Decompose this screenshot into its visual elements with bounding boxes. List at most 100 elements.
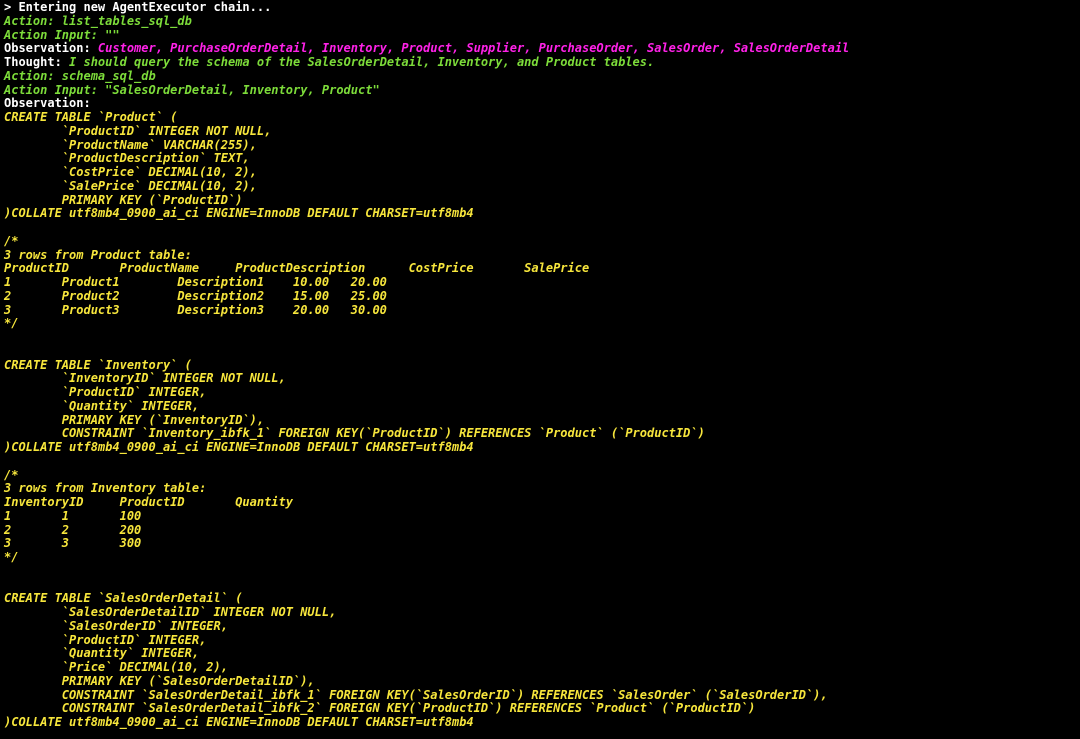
terminal-line: 2 Product2 Description2 15.00 25.00 xyxy=(4,288,1080,304)
terminal-text-segment: `Quantity` INTEGER, xyxy=(4,398,200,413)
terminal-text-segment: CONSTRAINT `SalesOrderDetail_ibfk_2` FOR… xyxy=(4,701,756,716)
terminal-text-segment: > Entering new AgentExecutor chain... xyxy=(4,0,272,14)
terminal-text-segment: `SalesOrderID` INTEGER, xyxy=(4,618,228,633)
terminal-line: */ xyxy=(4,316,1080,331)
terminal-text-segment: PRIMARY KEY (`SalesOrderDetailID`), xyxy=(4,673,315,688)
terminal-text-segment: `SalesOrderDetailID` INTEGER NOT NULL, xyxy=(4,605,337,619)
terminal-line: Observation: xyxy=(4,96,1080,111)
terminal-text-segment: `ProductName` VARCHAR(255), xyxy=(4,137,257,152)
terminal-text-segment: 1 1 100 xyxy=(4,508,142,523)
terminal-text-segment: InventoryID ProductID Quantity xyxy=(4,495,293,509)
terminal-line: `ProductID` INTEGER, xyxy=(4,385,1080,400)
terminal-text-segment: `ProductID` INTEGER, xyxy=(4,632,207,647)
terminal-line: )COLLATE utf8mb4_0900_ai_ci ENGINE=InnoD… xyxy=(4,206,1080,221)
terminal-text-segment: )COLLATE utf8mb4_0900_ai_ci ENGINE=InnoD… xyxy=(4,440,474,454)
terminal-line: 3 rows from Inventory table: xyxy=(4,481,1080,496)
terminal-line: `Quantity` INTEGER, xyxy=(4,646,1080,661)
terminal-line: */ xyxy=(4,550,1080,565)
terminal-line: `InventoryID` INTEGER NOT NULL, xyxy=(4,371,1080,386)
terminal-line: `ProductDescription` TEXT, xyxy=(4,151,1080,166)
terminal-line: `Quantity` INTEGER, xyxy=(4,398,1080,414)
terminal-text-segment: CREATE TABLE `Product` ( xyxy=(4,110,178,124)
terminal-line: CREATE TABLE `Inventory` ( xyxy=(4,357,1080,373)
terminal-text-segment: `InventoryID` INTEGER NOT NULL, xyxy=(4,371,286,386)
terminal-line: > Entering new AgentExecutor chain... xyxy=(4,0,1080,15)
terminal-line: CREATE TABLE `SalesOrderDetail` ( xyxy=(4,591,1080,606)
terminal-text-segment: Action Input: "" xyxy=(4,27,120,42)
terminal-line: PRIMARY KEY (`InventoryID`), xyxy=(4,412,1080,428)
terminal-line: `Price` DECIMAL(10, 2), xyxy=(4,660,1080,675)
terminal-line: CONSTRAINT `Inventory_ibfk_1` FOREIGN KE… xyxy=(4,426,1080,441)
terminal-line: 3 Product3 Description3 20.00 30.00 xyxy=(4,302,1080,318)
terminal-line: 1 1 100 xyxy=(4,508,1080,524)
terminal-output[interactable]: > Entering new AgentExecutor chain... Act… xyxy=(0,0,1080,739)
terminal-text-segment: CONSTRAINT `SalesOrderDetail_ibfk_1` FOR… xyxy=(4,687,828,702)
terminal-text-segment: CREATE TABLE `SalesOrderDetail` ( xyxy=(4,591,243,606)
terminal-text-segment: PRIMARY KEY (`InventoryID`), xyxy=(4,412,265,427)
terminal-text-segment: Action: schema_sql_db xyxy=(4,68,156,83)
terminal-text-segment: I should query the schema of the SalesOr… xyxy=(69,55,655,69)
terminal-text-segment: /* xyxy=(4,467,19,482)
terminal-line: ProductID ProductName ProductDescription… xyxy=(4,261,1080,276)
terminal-line: InventoryID ProductID Quantity xyxy=(4,495,1080,510)
terminal-text-segment: `CostPrice` DECIMAL(10, 2), xyxy=(4,165,257,179)
terminal-text-segment: Observation: xyxy=(4,96,91,111)
terminal-line: `ProductID` INTEGER, xyxy=(4,632,1080,648)
terminal-text-segment: ProductID ProductName ProductDescription… xyxy=(4,261,590,276)
terminal-line: )COLLATE utf8mb4_0900_ai_ci ENGINE=InnoD… xyxy=(4,440,1080,455)
terminal-line: PRIMARY KEY (`SalesOrderDetailID`), xyxy=(4,673,1080,689)
terminal-line: /* xyxy=(4,233,1080,249)
terminal-text-segment: 2 2 200 xyxy=(4,522,142,537)
terminal-text-segment: 3 Product3 Description3 20.00 30.00 xyxy=(4,302,387,317)
terminal-text-segment: 3 3 300 xyxy=(4,536,142,551)
terminal-text-segment: PRIMARY KEY (`ProductID`) xyxy=(4,192,243,207)
terminal-text-segment: */ xyxy=(4,550,19,564)
terminal-line: /* xyxy=(4,467,1080,483)
terminal-text-segment: /* xyxy=(4,233,19,248)
terminal-line: Action: schema_sql_db xyxy=(4,68,1080,84)
terminal-line: Thought: I should query the schema of th… xyxy=(4,55,1080,70)
terminal-line: `CostPrice` DECIMAL(10, 2), xyxy=(4,165,1080,180)
terminal-text-segment: Action: list_tables_sql_db xyxy=(4,13,192,28)
terminal-text-segment: Customer, PurchaseOrderDetail, Inventory… xyxy=(97,41,850,56)
terminal-text-segment: 2 Product2 Description2 15.00 25.00 xyxy=(4,288,387,303)
terminal-line: `ProductID` INTEGER NOT NULL, xyxy=(4,123,1080,139)
terminal-text-segment: `Price` DECIMAL(10, 2), xyxy=(4,660,228,674)
terminal-line: CREATE TABLE `Product` ( xyxy=(4,110,1080,125)
terminal-text-segment: 3 rows from Product table: xyxy=(4,247,192,262)
terminal-line: 3 rows from Product table: xyxy=(4,247,1080,263)
terminal-text-segment: `Quantity` INTEGER, xyxy=(4,646,200,661)
terminal-line: `SalePrice` DECIMAL(10, 2), xyxy=(4,178,1080,194)
terminal-text-segment: 3 rows from Inventory table: xyxy=(4,481,207,496)
terminal-text-segment: `ProductID` INTEGER, xyxy=(4,385,207,399)
terminal-text-segment: */ xyxy=(4,316,19,331)
terminal-line: Action: list_tables_sql_db xyxy=(4,13,1080,29)
terminal-text-segment: Thought: xyxy=(4,55,70,69)
terminal-text-segment: `SalePrice` DECIMAL(10, 2), xyxy=(4,178,257,193)
terminal-line: PRIMARY KEY (`ProductID`) xyxy=(4,192,1080,208)
terminal-text-segment: )COLLATE utf8mb4_0900_ai_ci ENGINE=InnoD… xyxy=(4,206,474,221)
terminal-line: 2 2 200 xyxy=(4,522,1080,538)
terminal-text-segment: `ProductID` INTEGER NOT NULL, xyxy=(4,123,272,138)
terminal-text-segment: 1 Product1 Description1 10.00 20.00 xyxy=(4,275,387,289)
terminal-line: `ProductName` VARCHAR(255), xyxy=(4,137,1080,153)
terminal-text-segment: CREATE TABLE `Inventory` ( xyxy=(4,357,192,372)
terminal-text-segment: Action Input: "SalesOrderDetail, Invento… xyxy=(4,82,380,97)
terminal-line: 3 3 300 xyxy=(4,536,1080,551)
terminal-line: 1 Product1 Description1 10.00 20.00 xyxy=(4,275,1080,290)
terminal-text-segment: )COLLATE utf8mb4_0900_ai_ci ENGINE=InnoD… xyxy=(4,715,474,729)
terminal-line: Action Input: "" xyxy=(4,27,1080,43)
terminal-text-segment: Observation: xyxy=(4,41,98,56)
terminal-line: CONSTRAINT `SalesOrderDetail_ibfk_1` FOR… xyxy=(4,687,1080,703)
terminal-line: Action Input: "SalesOrderDetail, Invento… xyxy=(4,82,1080,98)
terminal-line: `SalesOrderID` INTEGER, xyxy=(4,618,1080,634)
terminal-line: )COLLATE utf8mb4_0900_ai_ci ENGINE=InnoD… xyxy=(4,715,1080,730)
terminal-text-segment: `ProductDescription` TEXT, xyxy=(4,151,250,166)
terminal-line: CONSTRAINT `SalesOrderDetail_ibfk_2` FOR… xyxy=(4,701,1080,716)
